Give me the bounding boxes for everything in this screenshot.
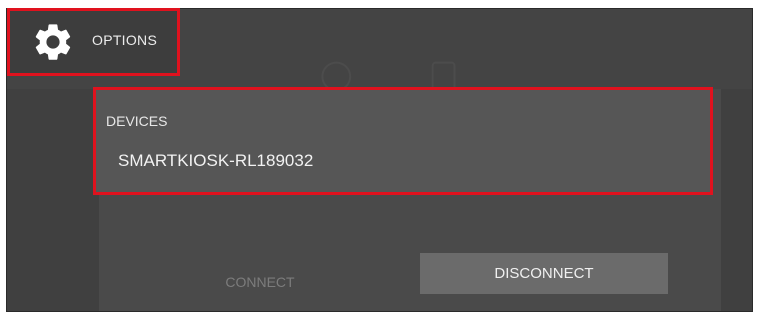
connect-button[interactable]: CONNECT xyxy=(200,270,320,294)
disconnect-button[interactable]: DISCONNECT xyxy=(420,253,668,294)
devices-list: DEVICES SMARTKIOSK-RL189032 xyxy=(93,87,713,195)
devices-label: DEVICES xyxy=(106,113,168,129)
options-button[interactable]: OPTIONS xyxy=(7,8,180,76)
device-item[interactable]: SMARTKIOSK-RL189032 xyxy=(118,151,313,171)
options-label: OPTIONS xyxy=(92,32,158,48)
disconnect-label: DISCONNECT xyxy=(494,265,594,282)
gear-icon xyxy=(35,24,71,60)
